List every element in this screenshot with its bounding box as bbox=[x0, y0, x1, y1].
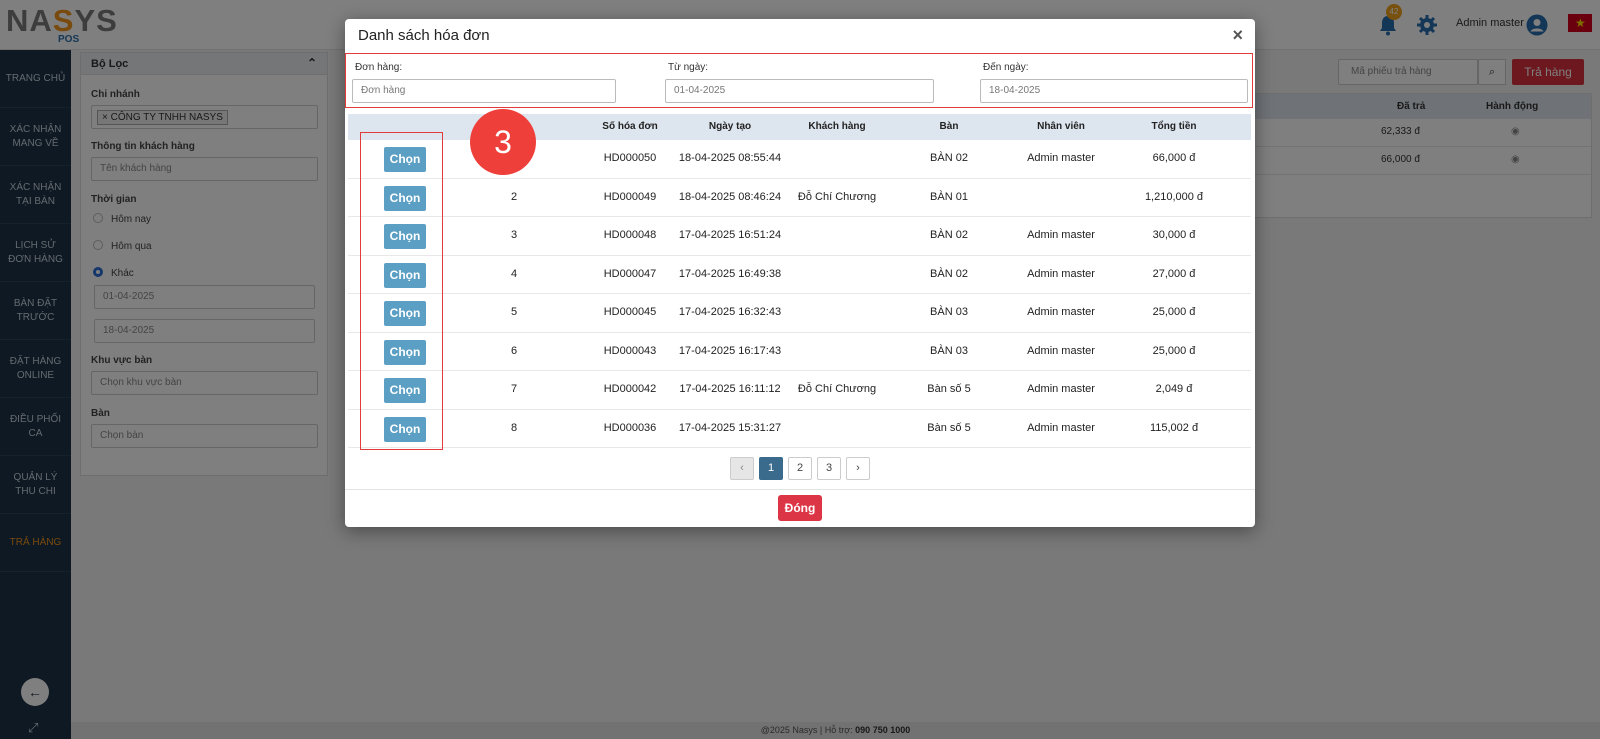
customer-cell: Đỗ Chí Chương bbox=[797, 190, 877, 203]
table-cell: BÀN 03 bbox=[930, 306, 968, 318]
row-index-cell: 3 bbox=[510, 229, 518, 241]
select-column-highlight bbox=[360, 132, 443, 450]
invoice-no-cell: HD000042 bbox=[603, 383, 657, 395]
modal-filter-bar: Đơn hàng: Đơn hàng Từ ngày: 01-04-2025 Đ… bbox=[345, 53, 1253, 108]
table-cell: Bàn số 5 bbox=[927, 383, 971, 395]
table-cell: Bàn số 5 bbox=[927, 421, 971, 434]
step-marker: 3 bbox=[470, 109, 536, 175]
from-date-label: Từ ngày: bbox=[668, 62, 709, 73]
invoice-no-cell: HD000049 bbox=[603, 190, 657, 203]
col-staff: Nhân viên bbox=[1037, 121, 1085, 132]
table-row: Chọn 6 HD000043 17-04-2025 16:17:43 BÀN 03 Ad… bbox=[348, 333, 1251, 371]
total-cell: 25,000 đ bbox=[1152, 344, 1196, 357]
modal-title: Danh sách hóa đơn bbox=[358, 27, 490, 44]
table-cell: BÀN 02 bbox=[930, 229, 968, 241]
row-index-cell: 5 bbox=[510, 306, 518, 318]
total-cell: 27,000 đ bbox=[1152, 267, 1196, 280]
invoice-no-cell: HD000043 bbox=[603, 344, 657, 357]
created-cell: 17-04-2025 16:49:38 bbox=[678, 267, 782, 280]
invoice-no-cell: HD000050 bbox=[603, 152, 657, 164]
col-table: Bàn bbox=[939, 121, 959, 132]
staff-cell: Admin master bbox=[1027, 344, 1095, 357]
table-cell: BÀN 02 bbox=[930, 267, 968, 280]
order-input[interactable]: Đơn hàng bbox=[352, 79, 616, 103]
col-customer: Khách hàng bbox=[808, 121, 866, 132]
to-date-label: Đến ngày: bbox=[983, 62, 1029, 73]
row-index-cell: 2 bbox=[510, 190, 518, 203]
created-cell: 18-04-2025 08:55:44 bbox=[678, 152, 782, 164]
page-prev-button[interactable]: ‹ bbox=[730, 457, 754, 480]
row-index-cell: 7 bbox=[510, 383, 518, 395]
total-cell: 25,000 đ bbox=[1152, 306, 1196, 318]
staff-cell: Admin master bbox=[1027, 229, 1095, 241]
to-date-input[interactable]: 18-04-2025 bbox=[980, 79, 1248, 103]
staff-cell: Admin master bbox=[1027, 421, 1095, 434]
table-cell: BÀN 02 bbox=[930, 152, 968, 164]
created-cell: 17-04-2025 16:51:24 bbox=[678, 229, 782, 241]
invoice-no-cell: HD000036 bbox=[603, 421, 657, 434]
col-invoice-no: Số hóa đơn bbox=[602, 121, 658, 132]
total-cell: 1,210,000 đ bbox=[1144, 190, 1204, 203]
customer-cell: Đỗ Chí Chương bbox=[797, 383, 877, 395]
order-label: Đơn hàng: bbox=[355, 62, 403, 73]
row-index-cell: 6 bbox=[510, 344, 518, 357]
page-2-button[interactable]: 2 bbox=[788, 457, 812, 480]
row-index-cell: 4 bbox=[510, 267, 518, 280]
invoice-no-cell: HD000045 bbox=[603, 306, 657, 318]
table-row: Chọn 7 HD000042 17-04-2025 16:11:12 Đỗ Chí C… bbox=[348, 371, 1251, 410]
created-cell: 17-04-2025 16:11:12 bbox=[679, 383, 781, 395]
total-cell: 66,000 đ bbox=[1152, 152, 1196, 164]
table-row: Chọn 3 HD000048 17-04-2025 16:51:24 BÀN 02 Ad… bbox=[348, 217, 1251, 256]
total-cell: 30,000 đ bbox=[1152, 229, 1196, 241]
staff-cell: Admin master bbox=[1027, 306, 1095, 318]
created-cell: 17-04-2025 16:17:43 bbox=[678, 344, 782, 357]
page-next-button[interactable]: › bbox=[846, 457, 870, 480]
table-cell: BÀN 03 bbox=[930, 344, 968, 357]
total-cell: 115,002 đ bbox=[1149, 421, 1199, 434]
from-date-input[interactable]: 01-04-2025 bbox=[665, 79, 934, 103]
staff-cell: Admin master bbox=[1027, 383, 1095, 395]
col-created: Ngày tạo bbox=[708, 121, 752, 132]
created-cell: 17-04-2025 15:31:27 bbox=[678, 421, 782, 434]
invoice-no-cell: HD000047 bbox=[603, 267, 657, 280]
table-cell: BÀN 01 bbox=[930, 190, 968, 203]
table-row: Chọn 4 HD000047 17-04-2025 16:49:38 BÀN 02 Ad… bbox=[348, 256, 1251, 294]
page-1-button[interactable]: 1 bbox=[759, 457, 783, 480]
invoice-list-modal: Danh sách hóa đơn × Đơn hàng: Đơn hàng T… bbox=[345, 19, 1255, 527]
created-cell: 17-04-2025 16:32:43 bbox=[678, 306, 782, 318]
modal-footer-divider bbox=[345, 489, 1255, 490]
table-row: Chọn 5 HD000045 17-04-2025 16:32:43 BÀN 03 Ad… bbox=[348, 294, 1251, 333]
total-cell: 2,049 đ bbox=[1155, 383, 1193, 395]
staff-cell: Admin master bbox=[1027, 152, 1095, 164]
row-index-cell: 8 bbox=[510, 421, 518, 434]
created-cell: 18-04-2025 08:46:24 bbox=[678, 190, 782, 203]
close-button[interactable]: Đóng bbox=[778, 495, 822, 521]
staff-cell: Admin master bbox=[1027, 267, 1095, 280]
col-total: Tổng tiền bbox=[1151, 121, 1197, 132]
page-3-button[interactable]: 3 bbox=[817, 457, 841, 480]
table-row: Chọn 8 HD000036 17-04-2025 15:31:27 Bàn số 5… bbox=[348, 410, 1251, 448]
invoice-no-cell: HD000048 bbox=[603, 229, 657, 241]
table-row: Chọn 2 HD000049 18-04-2025 08:46:24 Đỗ Chí C… bbox=[348, 179, 1251, 217]
close-icon[interactable]: × bbox=[1232, 25, 1243, 46]
